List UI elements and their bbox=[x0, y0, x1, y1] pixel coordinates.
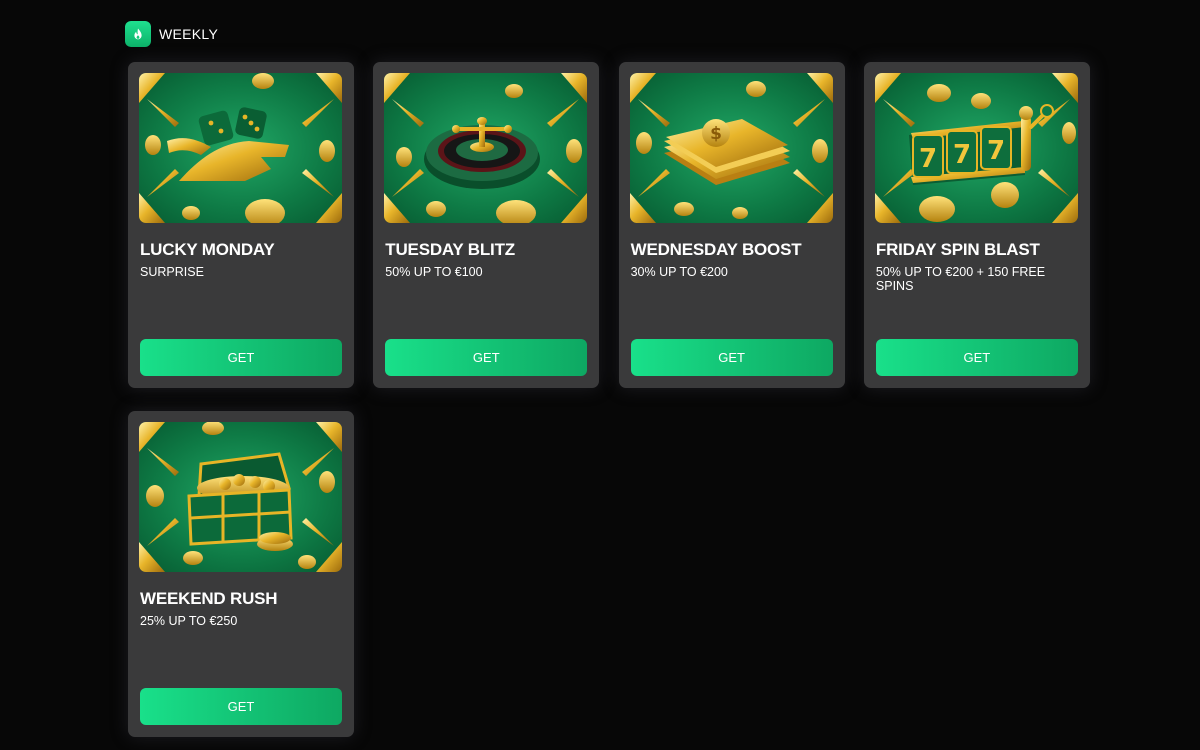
dice-hand-illustration bbox=[139, 73, 342, 223]
treasure-chest-illustration bbox=[139, 422, 342, 572]
page: WEEKLY LUCKY MONDAY SURPRISE GET TUESDAY… bbox=[0, 0, 1200, 750]
roulette-wheel-illustration bbox=[384, 73, 588, 223]
card-subtitle: 30% UP TO €200 bbox=[630, 265, 728, 279]
promo-card: TUESDAY BLITZ 50% UP TO €100 GET bbox=[373, 62, 600, 388]
svg-text:$: $ bbox=[710, 124, 722, 144]
card-title: LUCKY MONDAY bbox=[140, 240, 275, 259]
card-subtitle: SURPRISE bbox=[140, 265, 204, 279]
slot-machine-illustration: 7 7 7 bbox=[874, 73, 1078, 223]
card-title: FRIDAY SPIN BLAST bbox=[875, 240, 1040, 259]
promo-card: WEEKEND RUSH 25% UP TO €250 GET bbox=[128, 411, 354, 737]
promo-card: $ WEDNESDAY BOOST 30% UP TO €200 GET bbox=[618, 62, 845, 388]
card-subtitle: 50% UP TO €200 + 150 FREE SPINS bbox=[875, 265, 1046, 293]
money-stack-illustration: $ bbox=[629, 73, 833, 223]
flame-icon bbox=[125, 21, 151, 47]
section-title: WEEKLY bbox=[159, 26, 219, 42]
svg-text:7: 7 bbox=[953, 140, 971, 170]
section-header: WEEKLY bbox=[125, 21, 218, 47]
card-title: TUESDAY BLITZ bbox=[385, 240, 515, 259]
promo-grid: LUCKY MONDAY SURPRISE GET TUESDAY BLITZ … bbox=[128, 62, 1090, 737]
svg-text:7: 7 bbox=[987, 136, 1005, 166]
get-button[interactable]: GET bbox=[140, 688, 342, 725]
svg-text:7: 7 bbox=[919, 144, 937, 174]
get-button[interactable]: GET bbox=[630, 339, 833, 376]
get-button[interactable]: GET bbox=[875, 339, 1078, 376]
card-title: WEEKEND RUSH bbox=[140, 589, 278, 608]
get-button[interactable]: GET bbox=[140, 339, 342, 376]
card-title: WEDNESDAY BOOST bbox=[630, 240, 802, 259]
promo-card: LUCKY MONDAY SURPRISE GET bbox=[128, 62, 354, 388]
get-button[interactable]: GET bbox=[385, 339, 588, 376]
card-subtitle: 50% UP TO €100 bbox=[385, 265, 483, 279]
promo-card: 7 7 7 FRIDAY SPIN BLAST 50% UP TO €200 +… bbox=[863, 62, 1090, 388]
card-subtitle: 25% UP TO €250 bbox=[140, 614, 238, 628]
